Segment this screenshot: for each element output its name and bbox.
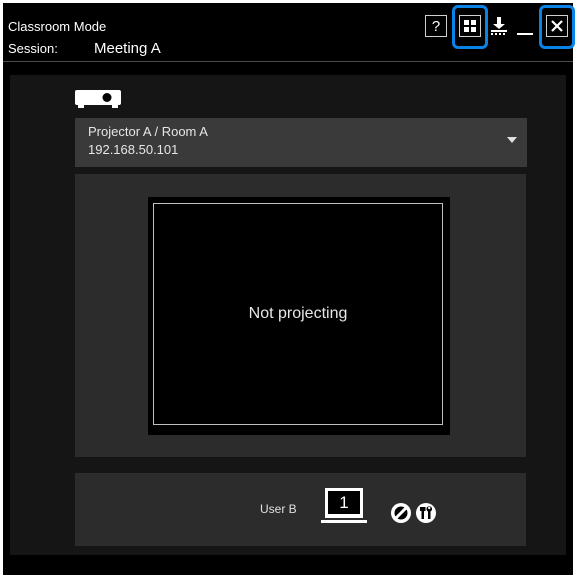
window-panel: Classroom Mode Session: Meeting A ? Proj… xyxy=(3,3,575,575)
download-icon xyxy=(491,17,507,35)
projector-icon xyxy=(75,90,121,108)
chevron-down-icon[interactable] xyxy=(507,137,517,143)
projection-status: Not projecting xyxy=(248,305,348,322)
help-icon: ? xyxy=(431,17,441,35)
laptop-screen: 1 xyxy=(325,488,363,518)
projection-preview-area: Not projecting xyxy=(75,174,526,457)
help-button[interactable]: ? xyxy=(425,15,447,37)
close-button[interactable] xyxy=(546,15,568,37)
screen-number: 1 xyxy=(328,491,360,514)
projector-ip: 192.168.50.101 xyxy=(88,142,179,157)
download-button[interactable] xyxy=(488,15,510,37)
minimize-icon xyxy=(517,33,533,35)
tools-icon[interactable] xyxy=(415,502,437,524)
window-title: Classroom Mode xyxy=(8,19,107,34)
session-label: Session: xyxy=(8,41,58,56)
projector-name: Projector A / Room A xyxy=(88,124,208,139)
projection-screen[interactable]: Not projecting xyxy=(148,197,450,435)
minimize-button[interactable] xyxy=(514,15,536,37)
classroom-mode-window: Classroom Mode Session: Meeting A ? Proj… xyxy=(0,0,576,578)
grid-button[interactable] xyxy=(459,15,481,37)
projector-select[interactable]: Projector A / Room A 192.168.50.101 xyxy=(75,118,527,167)
grid-icon xyxy=(464,20,476,32)
laptop-base xyxy=(321,520,367,523)
laptop-icon[interactable]: 1 xyxy=(321,488,373,528)
user-name: User B xyxy=(260,502,297,516)
header-divider xyxy=(3,61,573,62)
close-icon xyxy=(551,20,563,32)
user-bar: User B 1 xyxy=(75,473,526,546)
projection-screen-frame: Not projecting xyxy=(153,203,443,425)
session-name: Meeting A xyxy=(94,40,161,57)
no-entry-icon[interactable] xyxy=(390,502,412,524)
